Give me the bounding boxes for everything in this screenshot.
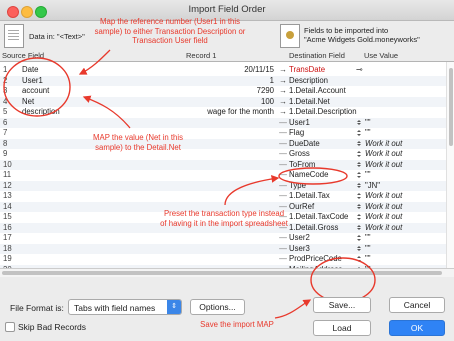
annotation-save-note: Save the import MAP [200, 320, 274, 329]
skip-bad-records-checkbox[interactable] [5, 322, 15, 332]
load-button[interactable]: Load [313, 320, 371, 336]
options-button[interactable]: Options... [190, 299, 245, 315]
type-field-circle [278, 167, 348, 185]
cancel-button[interactable]: Cancel [389, 297, 445, 313]
skip-bad-records-label: Skip Bad Records [18, 322, 87, 332]
annotation-overlay [3, 49, 376, 319]
annotation-ref-note: Map the reference number (User1 in this … [94, 17, 246, 45]
save-button-circle [310, 257, 376, 303]
ok-button[interactable]: OK [389, 320, 445, 336]
save-note-arrow [274, 299, 312, 319]
file-format-select[interactable]: Tabs with field names ⇕ [68, 299, 182, 315]
file-format-value: Tabs with field names [74, 303, 156, 313]
preset-note-arrow [224, 175, 280, 206]
save-button[interactable]: Save... [313, 297, 371, 313]
source-fields-circle [3, 57, 71, 117]
ref-note-arrow [78, 49, 111, 75]
annotation-value-note: MAP the value (Net in this sample) to th… [93, 133, 183, 152]
file-format-label: File Format is: [10, 303, 64, 313]
chevron-updown-icon: ⇕ [167, 300, 181, 314]
annotation-preset-note: Preset the transaction type instead of h… [160, 209, 288, 228]
value-note-arrow [82, 95, 131, 129]
